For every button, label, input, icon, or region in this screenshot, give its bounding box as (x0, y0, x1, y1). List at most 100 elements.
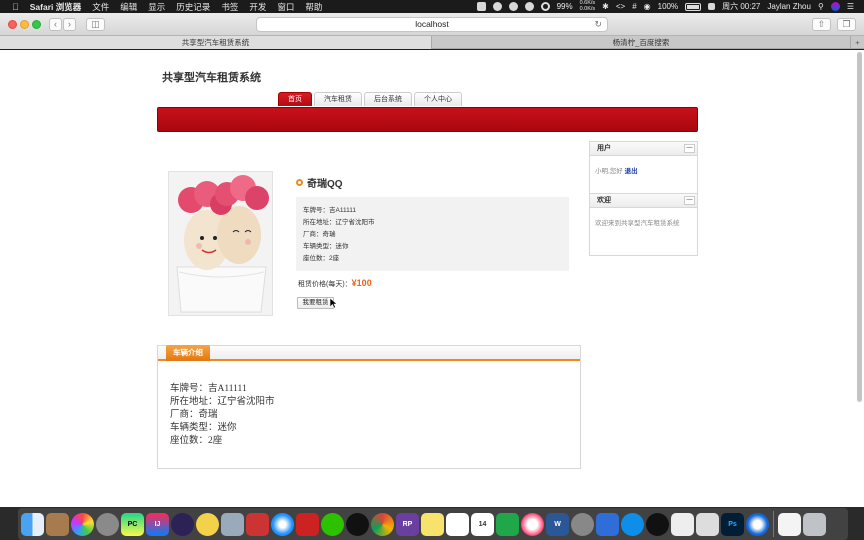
eclipse-icon[interactable] (171, 512, 194, 536)
rocket-icon[interactable] (96, 512, 119, 536)
address-bar[interactable]: localhost ↻ (256, 17, 608, 32)
tab-car-rental[interactable]: 共享型汽车租赁系统 (0, 36, 432, 49)
qq2-icon[interactable] (646, 512, 669, 536)
rp-icon[interactable]: RP (396, 512, 419, 536)
logout-link[interactable]: 退出 (625, 168, 638, 175)
brightness-label: 100% (657, 2, 679, 11)
user-panel-header: 用户 — (590, 142, 697, 156)
menu-develop[interactable]: 开发 (249, 1, 266, 13)
user-panel-body: 小明,您好 退出 (590, 156, 697, 184)
photoshop-icon[interactable]: Ps (721, 512, 744, 536)
code-icon[interactable]: <> (616, 2, 625, 11)
intro-seats: 座位数：2座 (170, 436, 223, 446)
photo-booth-icon[interactable] (296, 512, 319, 536)
qq-icon[interactable] (346, 512, 369, 536)
user-panel-title: 用户 (597, 145, 611, 152)
car-name: 奇瑞QQ (307, 179, 343, 190)
teamviewer-icon[interactable] (621, 512, 644, 536)
menu-history[interactable]: 历史记录 (176, 1, 210, 13)
safari-icon[interactable] (271, 512, 294, 536)
bluetooth-icon[interactable]: ✱ (602, 2, 609, 11)
app-menu[interactable]: Safari 浏览器 (30, 1, 82, 13)
apple-menu-icon[interactable]:  (12, 2, 19, 12)
zoom-window-button[interactable] (32, 20, 41, 29)
melon-icon[interactable] (196, 512, 219, 536)
dock-area: PC IJ RP 14 W Ps (0, 507, 864, 540)
music-icon[interactable] (521, 512, 544, 536)
intellij-icon[interactable]: IJ (146, 512, 169, 536)
back-button[interactable]: ‹ (49, 18, 62, 31)
wechat-status-icon[interactable] (524, 2, 534, 11)
photos-icon[interactable] (71, 512, 94, 536)
notification-center-icon[interactable]: ☰ (847, 2, 854, 11)
welcome-panel-title: 欢迎 (597, 197, 611, 204)
pycharm-icon[interactable]: PC (121, 512, 144, 536)
clock[interactable]: 周六 00:27 (722, 1, 760, 12)
reminders-icon[interactable] (446, 512, 469, 536)
address-text: localhost (415, 19, 449, 29)
rent-button[interactable]: 我要租赁 (297, 297, 334, 309)
menu-window[interactable]: 窗口 (277, 1, 294, 13)
edge-icon[interactable] (746, 512, 769, 536)
disk-icon[interactable] (221, 512, 244, 536)
wechat-icon[interactable] (321, 512, 344, 536)
nav-home[interactable]: 首页 (278, 92, 312, 106)
detail-type: 车辆类型：迷你 (303, 243, 349, 250)
calendar-icon[interactable]: 14 (471, 512, 494, 536)
detail-address: 所在地址：辽宁省沈阳市 (303, 219, 375, 226)
numbers-icon[interactable] (496, 512, 519, 536)
preferences-icon[interactable] (571, 512, 594, 536)
baidu-icon[interactable] (596, 512, 619, 536)
nav-profile[interactable]: 个人中心 (414, 92, 462, 106)
user-panel-collapse-button[interactable]: — (684, 144, 695, 153)
tab-baidu-search[interactable]: 杨清柠_百度搜索 (432, 36, 850, 49)
menu-view[interactable]: 显示 (148, 1, 165, 13)
wifi-icon[interactable]: ◉ (644, 2, 651, 11)
status-app-icon[interactable] (476, 2, 486, 11)
page-scrollbar[interactable] (857, 52, 862, 402)
menu-help[interactable]: 帮助 (305, 1, 322, 13)
preview-icon[interactable] (696, 512, 719, 536)
new-tab-button[interactable]: + (850, 36, 864, 49)
sidebar-toggle-icon[interactable]: ◫ (86, 18, 105, 31)
price-value: ¥100 (351, 278, 372, 288)
close-window-button[interactable] (8, 20, 17, 29)
books-icon[interactable] (246, 512, 269, 536)
hash-icon[interactable]: # (632, 2, 636, 11)
chrome-icon[interactable] (371, 512, 394, 536)
qq-status-icon[interactable] (508, 2, 518, 11)
detail-maker: 厂商：奇瑞 (303, 231, 336, 238)
menu-bookmarks[interactable]: 书签 (221, 1, 238, 13)
car-intro-body: 车牌号：吉A11111 所在地址：辽宁省沈阳市 厂商：奇瑞 车辆类型：迷你 座位… (158, 361, 580, 448)
siri-icon[interactable] (830, 2, 840, 11)
status-app2-icon[interactable] (492, 2, 502, 11)
menu-file[interactable]: 文件 (92, 1, 109, 13)
minimize-window-button[interactable] (20, 20, 29, 29)
user-name[interactable]: Jaylan Zhou (767, 2, 811, 11)
reload-icon[interactable]: ↻ (594, 18, 602, 31)
battery-ring-icon[interactable] (540, 2, 550, 11)
car-intro-tab[interactable]: 车辆介绍 (166, 345, 210, 361)
share-icon[interactable]: ⇧ (812, 18, 831, 31)
car-image (168, 171, 273, 316)
welcome-panel-collapse-button[interactable]: — (684, 196, 695, 205)
spotlight-icon[interactable]: ⚲ (818, 2, 824, 11)
car-intro-panel: 车辆介绍 车牌号：吉A11111 所在地址：辽宁省沈阳市 厂商：奇瑞 车辆类型：… (157, 345, 581, 469)
word-icon[interactable]: W (546, 512, 569, 536)
notes-app-icon[interactable] (46, 512, 69, 536)
textedit-icon[interactable] (671, 512, 694, 536)
user-greeting: 小明,您好 (595, 168, 623, 175)
battery-icon[interactable] (685, 2, 702, 11)
stickies-icon[interactable] (421, 512, 444, 536)
show-tabs-icon[interactable]: ❐ (837, 18, 856, 31)
flag-icon[interactable] (708, 3, 716, 10)
menu-edit[interactable]: 编辑 (120, 1, 137, 13)
nav-car-rental[interactable]: 汽车租赁 (314, 92, 362, 106)
finder-icon[interactable] (21, 512, 44, 536)
user-panel: 用户 — 小明,您好 退出 (589, 141, 698, 195)
document-icon[interactable] (778, 512, 801, 536)
trash-icon[interactable] (803, 512, 826, 536)
nav-admin[interactable]: 后台系统 (364, 92, 412, 106)
net-down: 0.0K/s (579, 5, 596, 12)
forward-button[interactable]: › (63, 18, 76, 31)
